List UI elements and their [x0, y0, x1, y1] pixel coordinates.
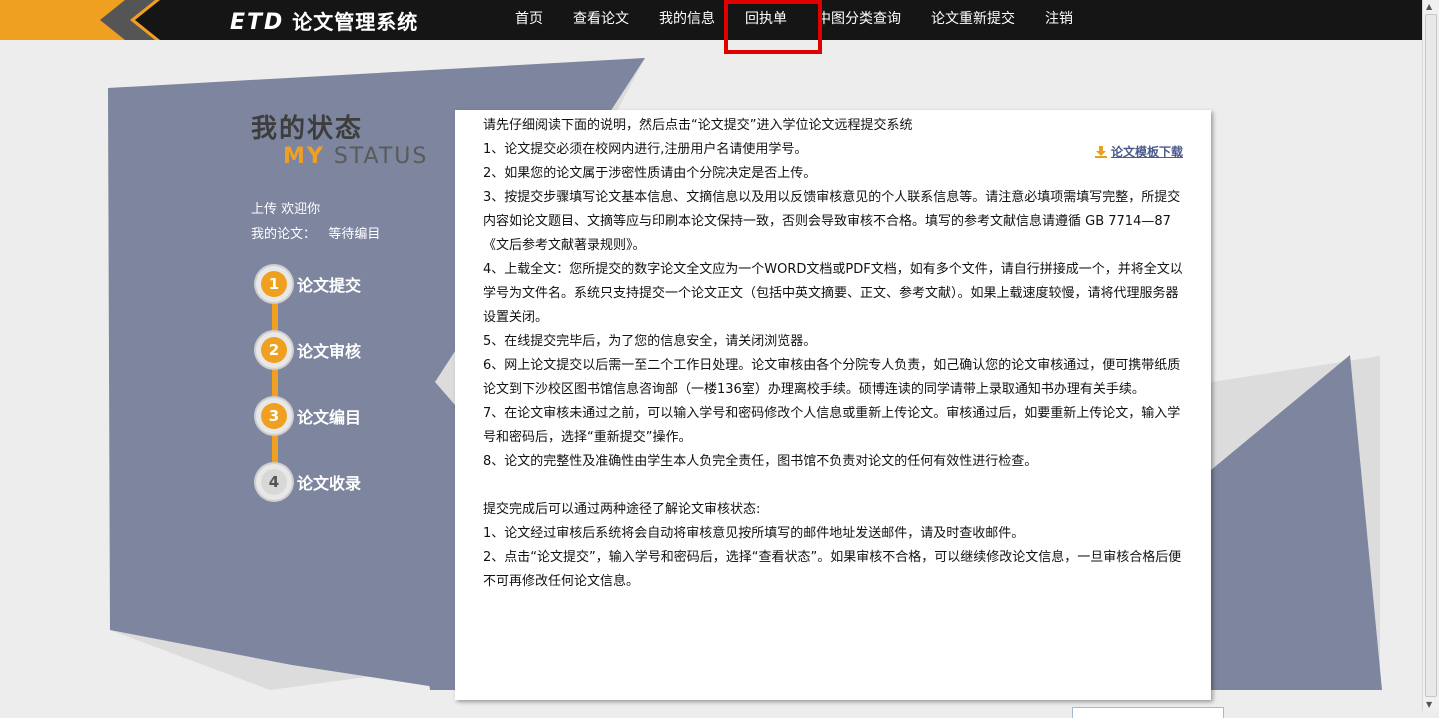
status-item: 2、点击“论文提交”，输入学号和密码后，选择“查看状态”。如果审核不合格，可以继… [483, 550, 1182, 589]
welcome-text: 上传 欢迎你 [251, 202, 321, 217]
instruction-item: 5、在线提交完毕后，为了您的信息安全，请关闭浏览器。 [483, 334, 817, 349]
bottom-box [1072, 707, 1224, 718]
step-submit[interactable]: 1 论文提交 [256, 266, 361, 302]
nav-view-papers[interactable]: 查看论文 [573, 0, 629, 40]
nav-clc-query[interactable]: 中图分类查询 [817, 0, 901, 40]
my-paper-status: 我的论文： 等待编目 [251, 227, 381, 242]
instruction-item: 2、如果您的论文属于涉密性质请由个分院决定是否上传。 [483, 166, 817, 181]
top-bar: ETD 论文管理系统 首页 查看论文 我的信息 回执单 中图分类查询 论文重新提交… [0, 0, 1422, 40]
chevron-decoration-icon [100, 0, 215, 40]
instructions-panel: 论文模板下载 请先仔细阅读下面的说明，然后点击“论文提交”进入学位论文远程提交系… [455, 110, 1211, 700]
step-label: 论文编目 [297, 408, 362, 427]
nav-receipt[interactable]: 回执单 [745, 0, 787, 40]
instruction-item: 8、论文的完整性及准确性由学生本人负完全责任，图书馆不负责对论文的任何有效性进行… [483, 454, 1038, 469]
vertical-scrollbar[interactable]: ▲ ▼ [1422, 0, 1439, 711]
intro-paragraph: 请先仔细阅读下面的说明，然后点击“论文提交”进入学位论文远程提交系统 [483, 118, 913, 133]
nav-my-info[interactable]: 我的信息 [659, 0, 715, 40]
status-intro: 提交完成后可以通过两种途径了解论文审核状态: [483, 502, 761, 517]
scroll-down-arrow-icon[interactable]: ▼ [1426, 700, 1432, 709]
instruction-item: 3、按提交步骤填写论文基本信息、文摘信息以及用以反馈审核意见的个人联系信息等。请… [483, 190, 1181, 253]
step-circle: 1 [256, 266, 292, 302]
step-circle: 2 [256, 332, 292, 368]
step-archive[interactable]: 4 论文收录 [256, 464, 361, 500]
main-nav: 首页 查看论文 我的信息 回执单 中图分类查询 论文重新提交 注销 [500, 0, 1088, 40]
step-label: 论文审核 [297, 342, 362, 361]
step-label: 论文提交 [297, 276, 362, 295]
nav-resubmit[interactable]: 论文重新提交 [931, 0, 1015, 40]
status-title: 我的状态 MY STATUS [251, 108, 426, 169]
scroll-up-arrow-icon[interactable]: ▲ [1426, 2, 1432, 11]
status-title-en: MY STATUS [283, 144, 429, 169]
instruction-item: 7、在论文审核未通过之前，可以输入学号和密码修改个人信息或重新上传论文。审核通过… [483, 406, 1181, 445]
logo-etd: ETD [230, 10, 285, 35]
step-review[interactable]: 2 论文审核 [256, 332, 361, 368]
step-circle: 4 [256, 464, 292, 500]
step-circle: 3 [256, 398, 292, 434]
scroll-thumb[interactable] [1425, 14, 1437, 697]
nav-logout[interactable]: 注销 [1045, 0, 1073, 40]
template-download-link[interactable]: 论文模板下载 [1094, 140, 1183, 164]
app-logo[interactable]: ETD 论文管理系统 [230, 6, 418, 35]
steps-connector [272, 285, 278, 480]
download-icon [1094, 146, 1107, 158]
logo-text: 论文管理系统 [292, 10, 419, 34]
step-catalog[interactable]: 3 论文编目 [256, 398, 361, 434]
status-item: 1、论文经过审核后系统将会自动将审核意见按所填写的邮件地址发送邮件，请及时查收邮… [483, 526, 1025, 541]
instruction-item: 6、网上论文提交以后需一至二个工作日处理。论文审核由各个分院专人负责，如己确认您… [483, 358, 1181, 397]
welcome-block: 上传 欢迎你 我的论文： 等待编目 [251, 198, 380, 248]
instruction-item: 1、论文提交必须在校网内进行,注册用户名请使用学号。 [483, 142, 808, 157]
status-title-cn: 我的状态 [251, 114, 364, 144]
instruction-item: 4、上载全文：您所提交的数字论文全文应为一个WORD文档或PDF文档，如有多个文… [483, 262, 1183, 325]
step-label: 论文收录 [297, 474, 362, 493]
nav-home[interactable]: 首页 [515, 0, 543, 40]
